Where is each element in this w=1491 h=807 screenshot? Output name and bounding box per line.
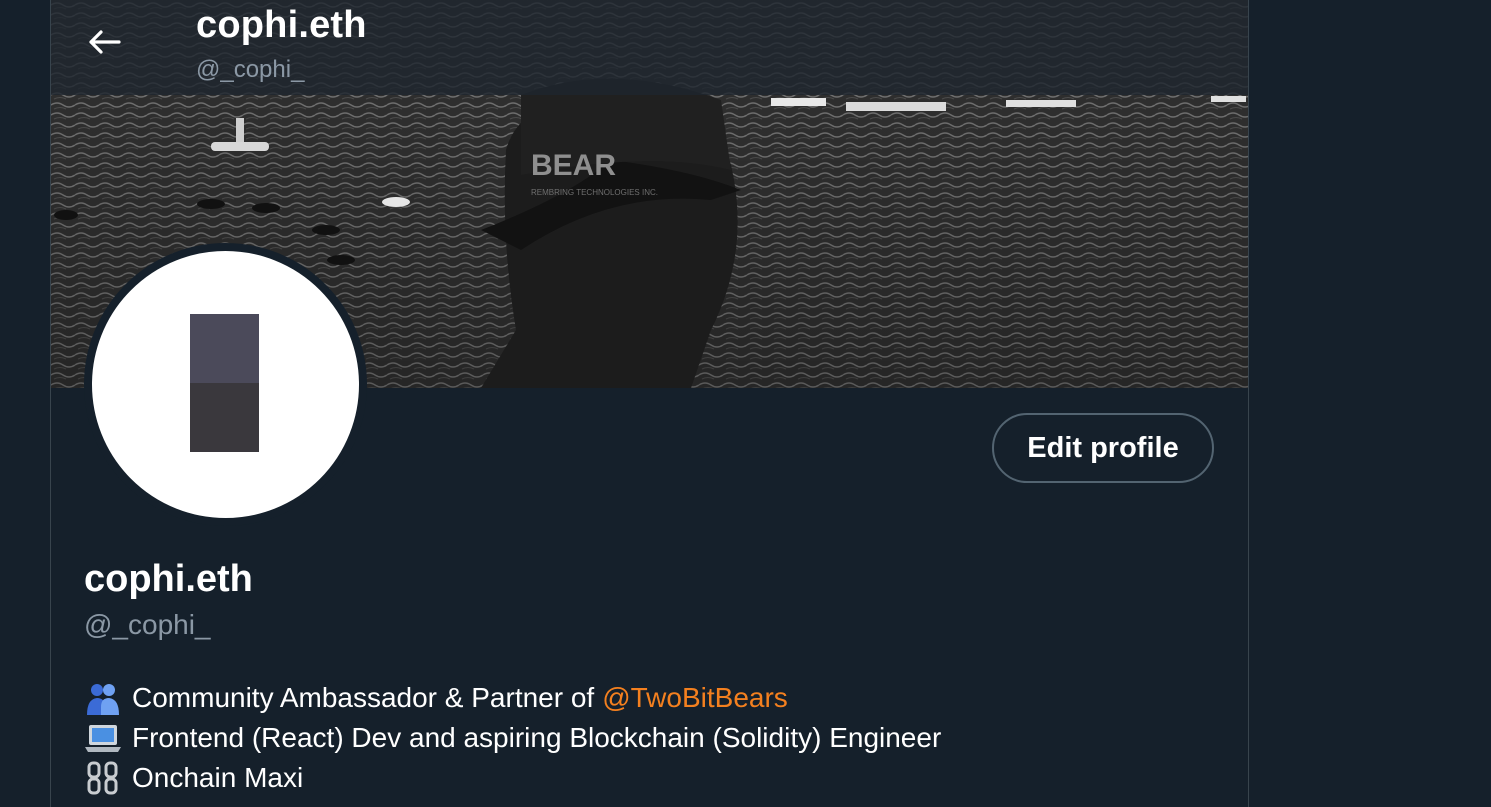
laptop-icon [84,721,122,755]
bio-text-3: Onchain Maxi [132,762,304,793]
banner-cap-text: BEAR [531,149,616,182]
avatar-block-top [190,314,259,383]
profile-header: cophi.eth @_cophi_ [51,0,1248,95]
profile-display-name: cophi.eth [84,558,253,600]
banner-cap-subtext: REMBRING TECHNOLOGIES INC. [531,188,658,197]
header-display-name: cophi.eth [196,4,367,46]
bio-line: Community Ambassador & Partner of @TwoBi… [84,678,941,718]
bio-line: Onchain Maxi [84,758,941,798]
back-arrow-icon [89,30,121,54]
bio-line: Frontend (React) Dev and aspiring Blockc… [84,718,941,758]
bio-text-1: Community Ambassador & Partner of [132,682,595,713]
profile-handle: @_cophi_ [84,609,211,640]
bio-text-2: Frontend (React) Dev and aspiring Blockc… [132,722,942,753]
avatar[interactable] [84,243,367,526]
profile-page: BEAR REMBRING TECHNOLOGIES INC. cophi.et… [0,0,1491,807]
header-handle: @_cophi_ [196,56,305,83]
back-button[interactable] [81,18,129,66]
edit-profile-button[interactable]: Edit profile [992,413,1214,483]
mention-link[interactable]: @TwoBitBears [602,678,788,718]
profile-column: BEAR REMBRING TECHNOLOGIES INC. cophi.et… [50,0,1249,807]
chain-icon [84,761,122,795]
profile-bio: Community Ambassador & Partner of @TwoBi… [84,678,941,798]
people-hugging-icon [84,681,122,715]
avatar-block-bottom [190,383,259,452]
